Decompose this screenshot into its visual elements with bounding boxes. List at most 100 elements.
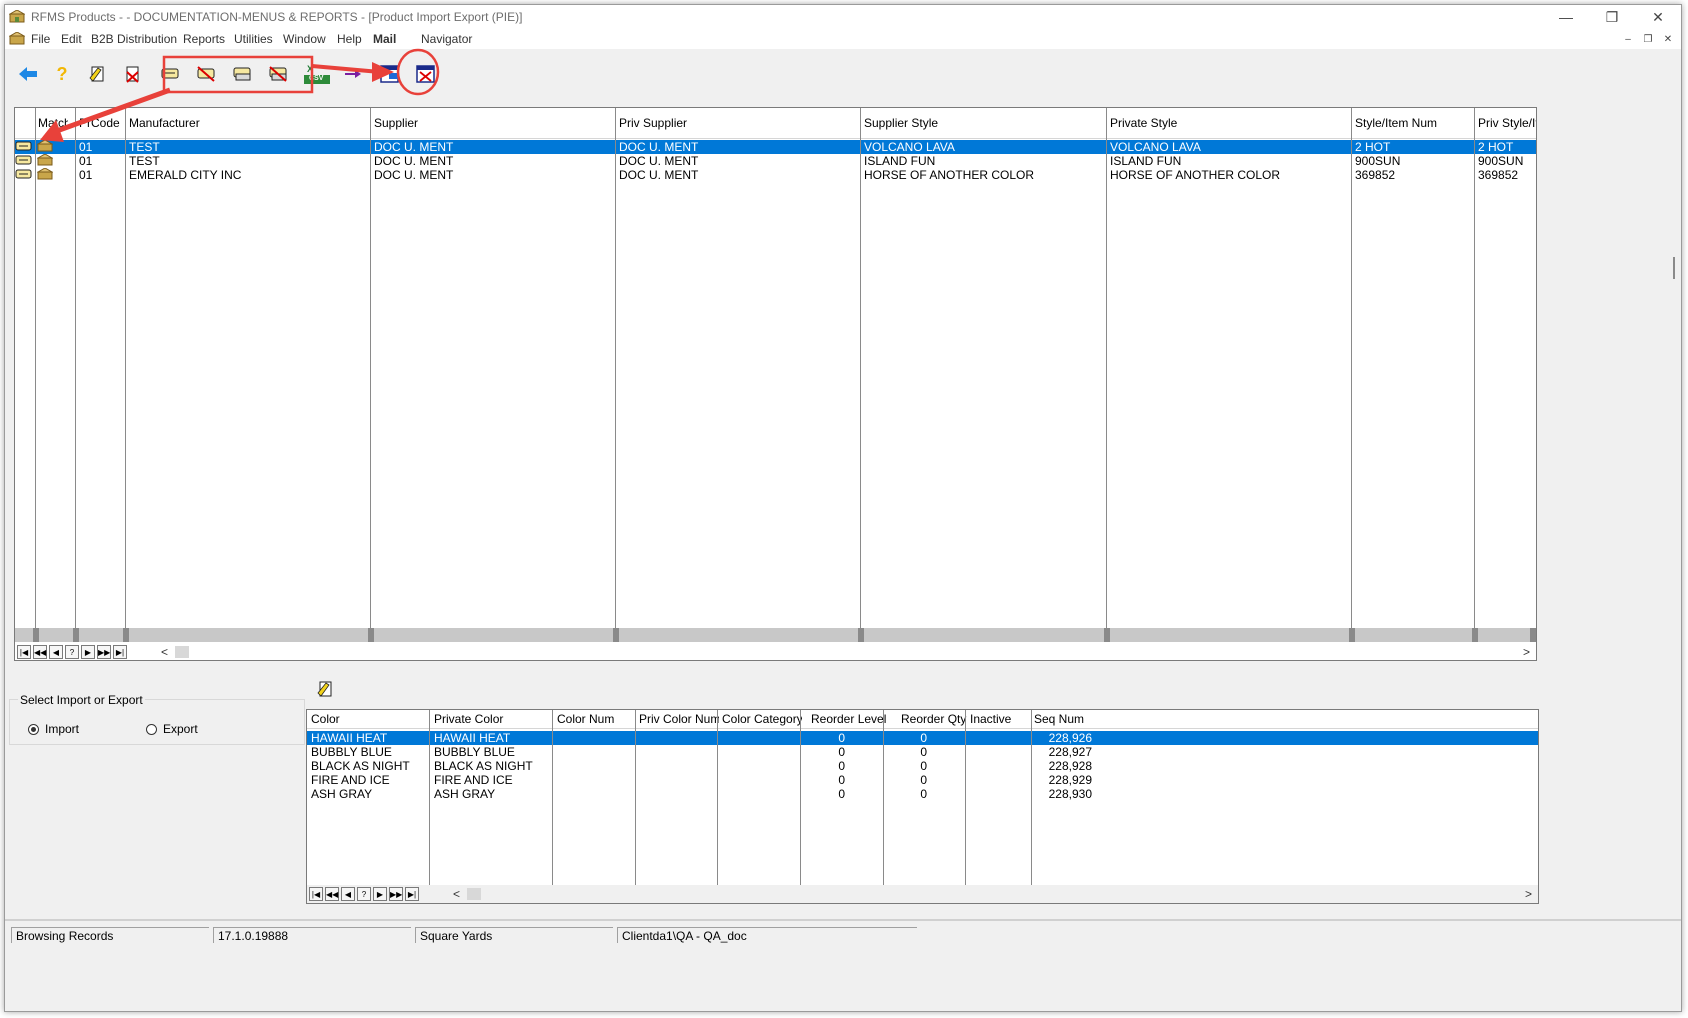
column-divider[interactable] — [35, 108, 36, 628]
next-page-button[interactable]: ▶▶ — [389, 887, 403, 901]
excel-csv-button[interactable]: X CSV — [303, 63, 331, 85]
column-divider[interactable] — [75, 108, 76, 628]
radio-selected-icon[interactable] — [28, 723, 39, 735]
tag-edit-button[interactable] — [231, 63, 253, 85]
title-bar: RFMS Products - - DOCUMENTATION-MENUS & … — [5, 5, 1681, 29]
tag-import-button[interactable] — [159, 63, 181, 85]
column-divider[interactable] — [429, 710, 430, 885]
col-priv-supplier[interactable]: Priv Supplier — [619, 116, 859, 130]
find-record-button[interactable]: ? — [357, 887, 371, 901]
next-record-button[interactable]: ▶ — [81, 645, 95, 659]
menu-mail[interactable]: Mail — [373, 32, 396, 46]
col-supplier-style[interactable]: Supplier Style — [864, 116, 1104, 130]
close-window-button[interactable] — [415, 63, 437, 85]
prev-page-button[interactable]: ◀◀ — [325, 887, 339, 901]
add-color-button[interactable] — [315, 678, 337, 700]
mdi-child-icon[interactable] — [9, 32, 25, 45]
last-record-button[interactable]: ▶| — [405, 887, 419, 901]
column-divider[interactable] — [370, 108, 371, 628]
col-style-item-num[interactable]: Style/Item Num — [1355, 116, 1473, 130]
first-record-button[interactable]: |◀ — [17, 645, 31, 659]
scroll-left-button[interactable]: < — [453, 887, 460, 901]
menu-navigator[interactable]: Navigator — [421, 32, 472, 46]
radio-unselected-icon[interactable] — [146, 723, 157, 735]
mdi-restore-button[interactable]: ❐ — [1639, 31, 1657, 48]
scroll-left-button[interactable]: < — [161, 645, 168, 659]
find-record-button[interactable]: ? — [65, 645, 79, 659]
minimize-button[interactable]: — — [1543, 5, 1589, 29]
column-divider[interactable] — [615, 108, 616, 628]
private-style-cell: VOLCANO LAVA — [1110, 140, 1201, 154]
column-divider[interactable] — [965, 710, 966, 885]
export-radio[interactable]: Export — [146, 722, 198, 736]
menu-file[interactable]: File — [31, 32, 50, 46]
scroll-right-button[interactable]: > — [1523, 645, 1530, 659]
prev-record-button[interactable]: ◀ — [49, 645, 63, 659]
col-color-category[interactable]: Color Category — [722, 712, 802, 726]
merge-button[interactable] — [343, 63, 363, 85]
horizontal-scrollbar-thumb[interactable] — [467, 888, 481, 900]
menu-edit[interactable]: Edit — [61, 32, 82, 46]
column-divider[interactable] — [1474, 108, 1475, 628]
column-divider[interactable] — [552, 710, 553, 885]
table-row[interactable]: HAWAII HEAT HAWAII HEAT 0 0 228,926 — [307, 731, 1538, 745]
menu-reports[interactable]: Reports — [183, 32, 225, 46]
col-match[interactable]: Match — [38, 116, 68, 130]
export-window-button[interactable] — [379, 63, 401, 85]
col-reorder-level[interactable]: Reorder Level — [811, 712, 887, 726]
next-record-button[interactable]: ▶ — [373, 887, 387, 901]
table-row[interactable]: ASH GRAY ASH GRAY 0 0 228,930 — [307, 787, 1538, 801]
first-record-button[interactable]: |◀ — [309, 887, 323, 901]
col-priv-color-num[interactable]: Priv Color Num — [639, 712, 719, 726]
scroll-right-button[interactable]: > — [1525, 887, 1532, 901]
col-inactive[interactable]: Inactive — [970, 712, 1030, 726]
column-divider[interactable] — [1031, 710, 1032, 885]
delete-record-button[interactable] — [122, 63, 144, 85]
col-color[interactable]: Color — [311, 712, 429, 726]
menu-help[interactable]: Help — [337, 32, 362, 46]
col-supplier[interactable]: Supplier — [374, 116, 614, 130]
record-navigator: |◀ ◀◀ ◀ ? ▶ ▶▶ ▶| — [15, 643, 127, 660]
column-resize-bar[interactable] — [15, 628, 1536, 642]
column-divider[interactable] — [800, 710, 801, 885]
help-button[interactable]: ? — [51, 63, 73, 85]
table-row[interactable]: FIRE AND ICE FIRE AND ICE 0 0 228,929 — [307, 773, 1538, 787]
col-private-color[interactable]: Private Color — [434, 712, 552, 726]
column-divider[interactable] — [860, 108, 861, 628]
menu-utilities[interactable]: Utilities — [234, 32, 273, 46]
table-row[interactable]: BLACK AS NIGHT BLACK AS NIGHT 0 0 228,92… — [307, 759, 1538, 773]
last-record-button[interactable]: ▶| — [113, 645, 127, 659]
col-prcode[interactable]: PrCode — [79, 116, 125, 130]
column-divider[interactable] — [883, 710, 884, 885]
col-private-style[interactable]: Private Style — [1110, 116, 1350, 130]
col-reorder-qty[interactable]: Reorder Qty — [901, 712, 967, 726]
next-page-button[interactable]: ▶▶ — [97, 645, 111, 659]
column-divider[interactable] — [1106, 108, 1107, 628]
column-divider[interactable] — [1351, 108, 1352, 628]
table-row[interactable]: 01 TEST DOC U. MENT DOC U. MENT ISLAND F… — [15, 154, 1536, 168]
tag-delete-button[interactable] — [267, 63, 289, 85]
restore-button[interactable]: ❐ — [1589, 5, 1635, 29]
col-seq-num[interactable]: Seq Num — [1034, 712, 1114, 726]
menu-window[interactable]: Window — [283, 32, 326, 46]
col-color-num[interactable]: Color Num — [557, 712, 635, 726]
table-row[interactable]: 01 TEST DOC U. MENT DOC U. MENT VOLCANO … — [15, 140, 1536, 154]
table-row[interactable]: BUBBLY BLUE BUBBLY BLUE 0 0 228,927 — [307, 745, 1538, 759]
tag-remove-button[interactable] — [195, 63, 217, 85]
mdi-close-button[interactable]: ✕ — [1659, 31, 1677, 48]
close-button[interactable]: ✕ — [1635, 5, 1681, 29]
menu-b2b-distribution[interactable]: B2B Distribution — [91, 32, 177, 46]
col-manufacturer[interactable]: Manufacturer — [129, 116, 369, 130]
import-radio[interactable]: Import — [28, 722, 79, 736]
prev-page-button[interactable]: ◀◀ — [33, 645, 47, 659]
column-divider[interactable] — [125, 108, 126, 628]
column-divider[interactable] — [717, 710, 718, 885]
horizontal-scrollbar-thumb[interactable] — [175, 646, 189, 658]
mdi-minimize-button[interactable]: – — [1619, 31, 1637, 48]
add-record-button[interactable] — [87, 63, 109, 85]
column-divider[interactable] — [635, 710, 636, 885]
table-row[interactable]: 01 EMERALD CITY INC DOC U. MENT DOC U. M… — [15, 168, 1536, 182]
col-priv-style-item[interactable]: Priv Style/It — [1478, 116, 1536, 130]
back-button[interactable] — [17, 63, 39, 85]
prev-record-button[interactable]: ◀ — [341, 887, 355, 901]
